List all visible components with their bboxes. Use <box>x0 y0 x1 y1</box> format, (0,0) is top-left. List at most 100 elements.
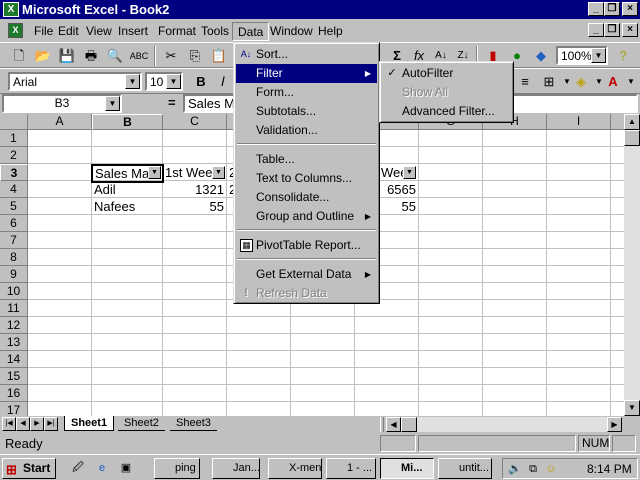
menu-item-advanced-filter[interactable]: Advanced Filter... <box>382 102 511 121</box>
italic-icon[interactable]: 𝐼 <box>212 71 234 93</box>
menu-item-consolidate[interactable]: Consolidate... <box>236 188 377 207</box>
menu-help[interactable]: Help <box>313 22 348 41</box>
task-button-jan[interactable]: Jan... <box>212 458 260 479</box>
column-header-i[interactable]: I <box>547 114 611 130</box>
autofilter-dropdown-c[interactable]: ▼ <box>212 166 225 179</box>
column-header-j[interactable] <box>611 114 624 130</box>
close-button[interactable]: × <box>622 2 638 16</box>
font-size-combo[interactable]: 10 ▼ <box>145 72 183 91</box>
row-header-8[interactable]: 8 <box>0 249 28 266</box>
task-button-excel[interactable]: Mi... <box>380 458 434 479</box>
row-header-1[interactable]: 1 <box>0 130 28 147</box>
copy-icon[interactable]: ⎘ <box>184 45 206 67</box>
select-all-corner[interactable] <box>0 114 28 130</box>
next-sheet-arrow-icon[interactable]: ▶ <box>30 417 44 431</box>
zoom-combo[interactable]: 100% ▼ <box>556 46 608 65</box>
scroll-right-arrow-icon[interactable]: ▶ <box>607 417 622 432</box>
sheet-tab-sheet3[interactable]: Sheet3 <box>170 416 217 431</box>
chevron-down-icon[interactable]: ▼ <box>105 96 120 111</box>
print-icon[interactable]: 🖶 <box>80 45 102 67</box>
horizontal-scroll-thumb[interactable] <box>401 417 417 432</box>
office-assistant-icon[interactable]: ? <box>612 45 634 67</box>
menu-item-autofilter[interactable]: ✓ AutoFilter <box>382 64 511 83</box>
tab-split-handle[interactable] <box>380 417 384 432</box>
row-header-17[interactable]: 17 <box>0 402 28 416</box>
volume-icon[interactable]: 🔊 <box>507 461 523 477</box>
doc-minimize-button[interactable]: _ <box>588 23 604 37</box>
menu-item-pivottable[interactable]: ▦ PivotTable Report... <box>236 236 377 255</box>
name-box[interactable]: B3 ▼ <box>2 94 122 113</box>
restore-button[interactable]: ❐ <box>604 2 620 16</box>
workbook-icon[interactable]: X <box>8 23 23 38</box>
first-sheet-arrow-icon[interactable]: |◀ <box>2 417 16 431</box>
menu-item-sort[interactable]: A↓ Sort... <box>236 45 377 64</box>
quicklaunch-desktop-icon[interactable]: ▣ <box>118 460 134 476</box>
row-header-5[interactable]: 5 <box>0 198 28 215</box>
row-header-2[interactable]: 2 <box>0 147 28 164</box>
chevron-down-icon[interactable]: ▼ <box>166 74 181 89</box>
row-header-13[interactable]: 13 <box>0 334 28 351</box>
menu-format[interactable]: Format <box>153 22 201 41</box>
align-right-icon[interactable]: ≡ <box>514 71 536 93</box>
menu-item-validation[interactable]: Validation... <box>236 121 377 140</box>
tray-app-icon[interactable]: ☺ <box>543 461 559 477</box>
menu-item-table[interactable]: Table... <box>236 150 377 169</box>
autofilter-dropdown-f[interactable]: ▼ <box>403 166 416 179</box>
menu-item-form[interactable]: Form... <box>236 83 377 102</box>
drawing-icon[interactable]: ◆ <box>530 45 552 67</box>
last-sheet-arrow-icon[interactable]: ▶| <box>44 417 58 431</box>
network-icon[interactable]: ⧉ <box>525 461 541 477</box>
row-header-16[interactable]: 16 <box>0 385 28 402</box>
autofilter-dropdown-b[interactable]: ▼ <box>148 166 161 179</box>
row-header-15[interactable]: 15 <box>0 368 28 385</box>
open-icon[interactable]: 📂 <box>32 45 54 67</box>
row-header-10[interactable]: 10 <box>0 283 28 300</box>
row-header-14[interactable]: 14 <box>0 351 28 368</box>
chevron-down-icon[interactable]: ▼ <box>591 48 606 63</box>
paste-icon[interactable]: 📋 <box>208 45 230 67</box>
chevron-down-icon[interactable]: ▼ <box>620 71 640 93</box>
row-header-4[interactable]: 4 <box>0 181 28 198</box>
row-header-6[interactable]: 6 <box>0 215 28 232</box>
row-header-9[interactable]: 9 <box>0 266 28 283</box>
menu-edit[interactable]: Edit <box>53 22 84 41</box>
new-icon[interactable]: 🗋 <box>8 45 30 67</box>
sheet-tab-sheet1[interactable]: Sheet1 <box>64 416 115 431</box>
menu-insert[interactable]: Insert <box>113 22 153 41</box>
cell-c5[interactable]: 55 <box>163 198 226 215</box>
scroll-left-arrow-icon[interactable]: ◀ <box>386 417 401 432</box>
menu-item-get-external-data[interactable]: Get External Data ▶ <box>236 265 377 284</box>
task-button-xmen[interactable]: X-men <box>268 458 322 479</box>
excel-app-icon[interactable]: X <box>3 2 19 17</box>
start-button[interactable]: ⊞ Start <box>2 458 56 479</box>
vertical-scroll-thumb[interactable] <box>624 130 640 146</box>
menu-tools[interactable]: Tools <box>196 22 234 41</box>
doc-close-button[interactable]: × <box>622 23 638 37</box>
print-preview-icon[interactable]: 🔍 <box>104 45 126 67</box>
task-button-1[interactable]: 1 - ... <box>326 458 376 479</box>
menu-item-subtotals[interactable]: Subtotals... <box>236 102 377 121</box>
menu-window[interactable]: Window <box>265 22 318 41</box>
sheet-tab-sheet2[interactable]: Sheet2 <box>118 416 165 431</box>
row-header-3[interactable]: 3 <box>0 164 28 181</box>
quicklaunch-outlook-icon[interactable]: 🖉 <box>70 460 86 476</box>
row-header-7[interactable]: 7 <box>0 232 28 249</box>
menu-view[interactable]: View <box>81 22 117 41</box>
save-icon[interactable]: 💾 <box>56 45 78 67</box>
row-header-11[interactable]: 11 <box>0 300 28 317</box>
menu-item-filter[interactable]: Filter ▶ <box>236 64 377 83</box>
task-button-ping[interactable]: ping <box>154 458 200 479</box>
cell-c4[interactable]: 1321 <box>163 181 226 198</box>
cell-b5[interactable]: Nafees <box>92 198 162 215</box>
column-header-c[interactable]: C <box>163 114 227 130</box>
bold-button[interactable]: B <box>190 71 212 93</box>
prev-sheet-arrow-icon[interactable]: ◀ <box>16 417 30 431</box>
spelling-icon[interactable]: ABC <box>128 45 150 67</box>
task-button-untitled[interactable]: untit... <box>438 458 492 479</box>
row-header-12[interactable]: 12 <box>0 317 28 334</box>
font-name-combo[interactable]: Arial ▼ <box>8 72 142 91</box>
menu-item-group-outline[interactable]: Group and Outline ▶ <box>236 207 377 226</box>
column-header-b[interactable]: B <box>92 114 163 130</box>
cut-icon[interactable]: ✂ <box>160 45 182 67</box>
column-header-a[interactable]: A <box>28 114 92 130</box>
